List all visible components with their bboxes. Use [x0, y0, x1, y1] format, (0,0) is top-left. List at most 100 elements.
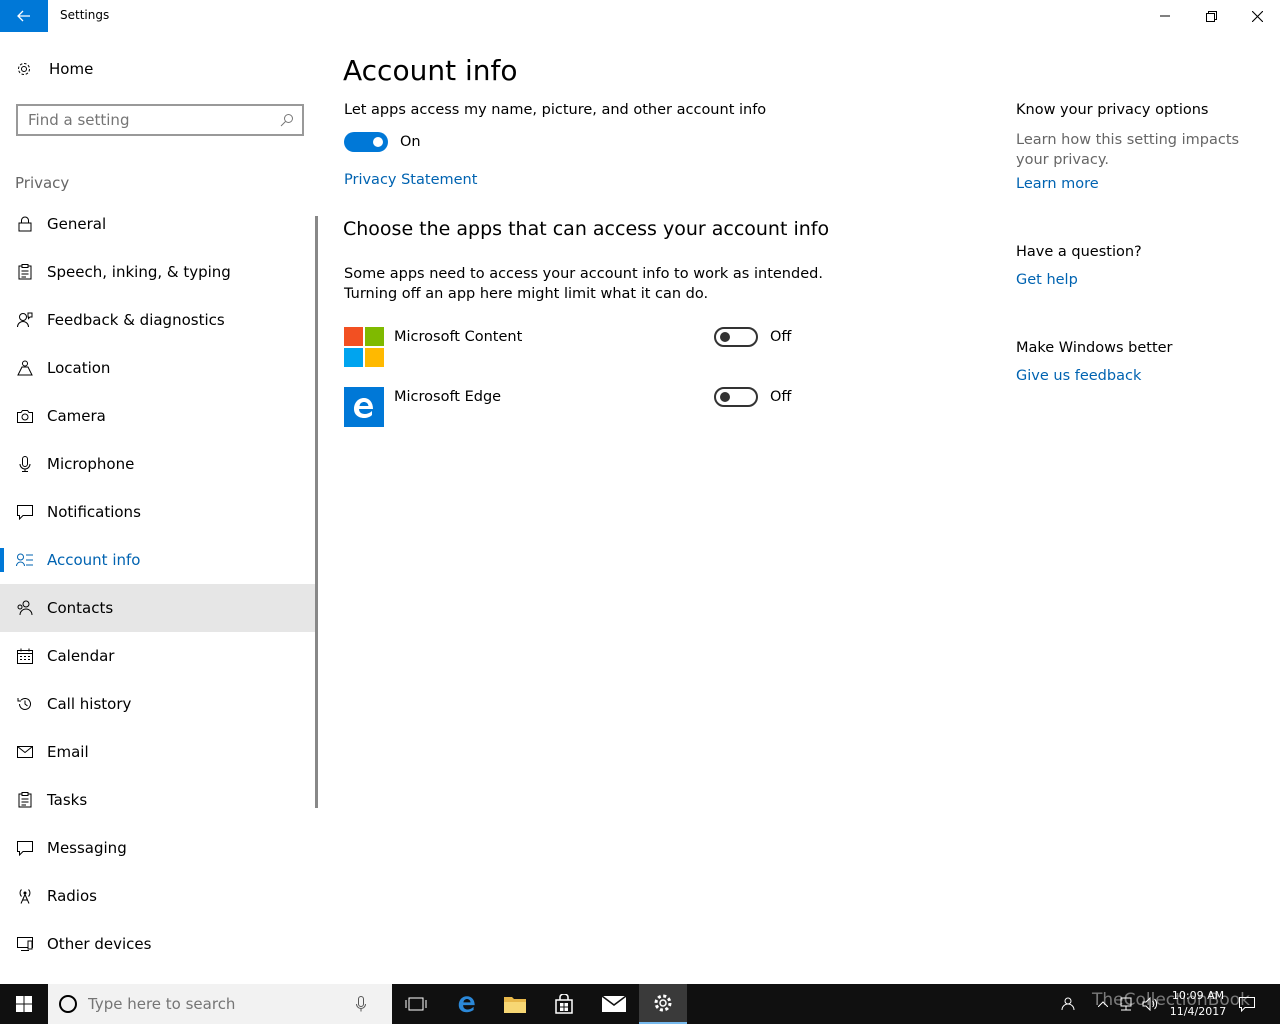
back-button[interactable]	[0, 0, 48, 32]
question-heading: Have a question?	[1016, 244, 1142, 260]
action-center-icon	[1239, 997, 1255, 1012]
microsoft-edge-toggle[interactable]	[714, 387, 758, 407]
sidebar-item-label: Messaging	[47, 839, 127, 857]
microphone-icon	[16, 455, 34, 473]
app-toggle-row: Off	[714, 387, 791, 407]
sidebar-item-radios[interactable]: Radios	[0, 872, 316, 920]
settings-search-box[interactable]	[16, 104, 304, 136]
app-name: Microsoft Edge	[394, 389, 502, 405]
sidebar-item-email[interactable]: Email	[0, 728, 316, 776]
store-icon	[555, 994, 573, 1014]
sidebar-item-label: Call history	[47, 695, 132, 713]
taskbar: TheCollectionBook 10:09 AM 11/4/2017	[0, 984, 1280, 1024]
folder-icon	[504, 997, 526, 1013]
home-label: Home	[49, 60, 94, 78]
sidebar-item-label: Camera	[47, 407, 106, 425]
action-center-button[interactable]	[1236, 984, 1258, 1024]
messaging-icon	[16, 839, 34, 857]
people-tray-button[interactable]	[1058, 984, 1076, 1024]
sidebar-item-microphone[interactable]: Microphone	[0, 440, 316, 488]
network-tray-button[interactable]	[1116, 984, 1136, 1024]
settings-search-input[interactable]	[28, 111, 280, 129]
toggle-knob	[720, 332, 730, 342]
sidebar-item-feedback[interactable]: Feedback & diagnostics	[0, 296, 316, 344]
sidebar-item-label: Microphone	[47, 455, 135, 473]
sidebar-item-label: Notifications	[47, 503, 141, 521]
microsoft-content-icon	[344, 327, 384, 367]
volume-tray-button[interactable]	[1140, 984, 1160, 1024]
taskbar-search-input[interactable]	[88, 995, 348, 1013]
sidebar-item-speech[interactable]: Speech, inking, & typing	[0, 248, 316, 296]
sidebar-item-label: Calendar	[47, 647, 115, 665]
sidebar-item-account-info[interactable]: Account info	[0, 536, 316, 584]
learn-more-link[interactable]: Learn more	[1016, 176, 1099, 192]
toggle-description: Let apps access my name, picture, and ot…	[344, 102, 767, 118]
sidebar-item-label: Account info	[47, 551, 141, 569]
feedback-heading: Make Windows better	[1016, 340, 1173, 356]
sidebar-item-tasks[interactable]: Tasks	[0, 776, 316, 824]
restore-button[interactable]	[1188, 0, 1234, 32]
page-title: Account info	[343, 54, 518, 87]
search-icon[interactable]	[280, 113, 294, 127]
sidebar-item-general[interactable]: General	[0, 200, 316, 248]
sidebar-item-label: General	[47, 215, 107, 233]
network-icon	[1120, 997, 1132, 1011]
sidebar-item-label: Other devices	[47, 935, 152, 953]
sidebar-scrollbar[interactable]	[315, 216, 318, 808]
minimize-button[interactable]	[1142, 0, 1188, 32]
sidebar-item-other-devices[interactable]: Other devices	[0, 920, 316, 968]
email-icon	[16, 743, 34, 761]
toggle-knob	[373, 137, 383, 147]
title-bar: Settings	[0, 0, 1280, 32]
clock-time: 10:09 AM	[1171, 989, 1225, 1002]
taskbar-clock[interactable]: 10:09 AM 11/4/2017	[1168, 988, 1228, 1020]
taskbar-mail[interactable]	[590, 984, 638, 1024]
sidebar-item-contacts[interactable]: Contacts	[0, 584, 316, 632]
give-feedback-link[interactable]: Give us feedback	[1016, 368, 1141, 384]
sidebar-item-label: Location	[47, 359, 111, 377]
app-toggle-row: Off	[714, 327, 791, 347]
window-title: Settings	[60, 8, 110, 22]
sidebar-item-call-history[interactable]: Call history	[0, 680, 316, 728]
sidebar-item-notifications[interactable]: Notifications	[0, 488, 316, 536]
sidebar-item-location[interactable]: Location	[0, 344, 316, 392]
privacy-options-heading: Know your privacy options	[1016, 102, 1209, 118]
show-hidden-icons-button[interactable]	[1094, 984, 1112, 1024]
account-info-icon	[16, 551, 34, 569]
task-view-button[interactable]	[392, 984, 440, 1024]
history-icon	[16, 695, 34, 713]
account-info-toggle-row: On	[344, 132, 421, 152]
cortana-icon	[59, 995, 77, 1013]
sidebar-item-camera[interactable]: Camera	[0, 392, 316, 440]
sidebar-item-calendar[interactable]: Calendar	[0, 632, 316, 680]
minimize-icon	[1160, 15, 1170, 17]
taskbar-edge[interactable]	[443, 984, 491, 1024]
microphone-icon[interactable]	[356, 996, 366, 1012]
calendar-icon	[16, 647, 34, 665]
home-link[interactable]: Home	[16, 60, 93, 78]
taskbar-settings[interactable]	[639, 984, 687, 1024]
apps-section-title: Choose the apps that can access your acc…	[343, 218, 830, 240]
privacy-statement-link[interactable]: Privacy Statement	[344, 172, 477, 188]
toggle-knob	[720, 392, 730, 402]
sidebar-item-messaging[interactable]: Messaging	[0, 824, 316, 872]
taskbar-file-explorer[interactable]	[491, 984, 539, 1024]
radio-tower-icon	[16, 887, 34, 905]
start-button[interactable]	[0, 984, 48, 1024]
microsoft-content-toggle[interactable]	[714, 327, 758, 347]
windows-logo-icon	[16, 996, 32, 1012]
sidebar-item-label: Tasks	[47, 791, 88, 809]
app-name: Microsoft Content	[394, 329, 523, 345]
apps-help-line-1: Some apps need to access your account in…	[344, 266, 823, 282]
apps-help-line-2: Turning off an app here might limit what…	[344, 286, 709, 302]
gear-icon	[18, 63, 30, 75]
get-help-link[interactable]: Get help	[1016, 272, 1078, 288]
chevron-up-icon	[1098, 1001, 1108, 1007]
close-button[interactable]	[1234, 0, 1280, 32]
privacy-nav: General Speech, inking, & typing Feedbac…	[0, 200, 316, 968]
toggle-state: Off	[770, 329, 792, 345]
taskbar-store[interactable]	[540, 984, 588, 1024]
account-info-toggle[interactable]	[344, 132, 388, 152]
restore-icon	[1205, 10, 1217, 22]
taskbar-search-box[interactable]	[48, 984, 392, 1024]
